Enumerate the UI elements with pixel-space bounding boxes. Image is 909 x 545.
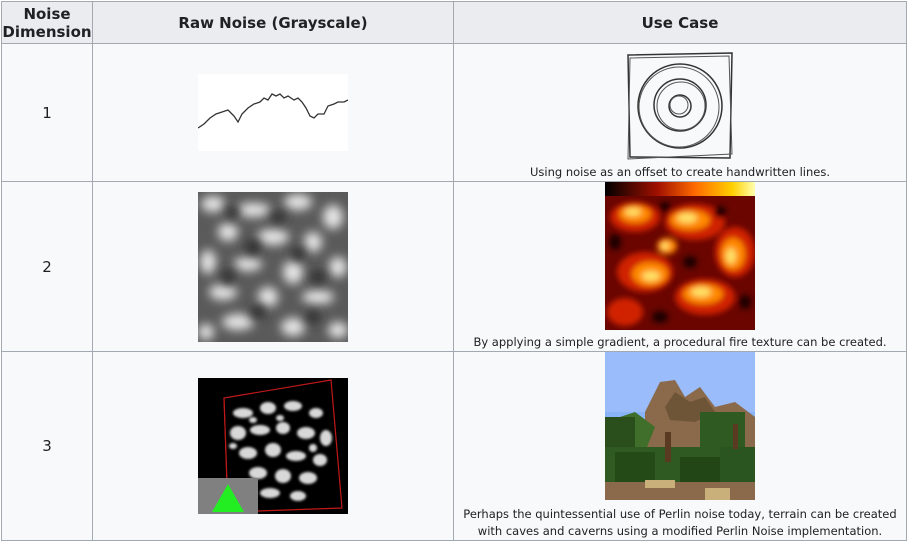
dimension-cell: 3	[1, 351, 93, 541]
raw-noise-cell	[92, 43, 454, 182]
caption-2d: By applying a simple gradient, a procedu…	[473, 335, 887, 349]
3d-noise-volume-image[interactable]	[198, 378, 348, 514]
header-raw-noise: Raw Noise (Grayscale)	[92, 1, 454, 44]
caption-1d: Using noise as an offset to create handw…	[529, 165, 831, 179]
header-use-case: Use Case	[453, 1, 907, 44]
use-case-cell: By applying a simple gradient, a procedu…	[453, 181, 907, 352]
perlin-noise-table: Noise Dimension Raw Noise (Grayscale) Us…	[1, 1, 907, 541]
header-dimension: Noise Dimension	[1, 1, 93, 44]
raw-noise-cell	[92, 351, 454, 541]
dimension-cell: 1	[1, 43, 93, 182]
table-row: 1 Using noise as an offset to create han…	[1, 43, 907, 182]
table-row: 3 Perhaps the quintessential use of Perl…	[1, 351, 907, 541]
use-case-cell: Using noise as an offset to create handw…	[453, 43, 907, 182]
header-row: Noise Dimension Raw Noise (Grayscale) Us…	[1, 1, 907, 44]
dimension-cell: 2	[1, 181, 93, 352]
2d-noise-texture-image[interactable]	[198, 191, 348, 342]
1d-noise-line-image[interactable]	[198, 74, 348, 151]
voxel-terrain-image[interactable]	[605, 352, 755, 500]
table-row: 2 By applying a simple gradient, a proce…	[1, 181, 907, 352]
handdrawn-circles-image[interactable]	[624, 50, 736, 162]
fire-texture-image[interactable]	[605, 182, 755, 330]
raw-noise-cell	[92, 181, 454, 352]
use-case-cell: Perhaps the quintessential use of Perlin…	[453, 351, 907, 541]
caption-3d: Perhaps the quintessential use of Perlin…	[463, 507, 897, 538]
